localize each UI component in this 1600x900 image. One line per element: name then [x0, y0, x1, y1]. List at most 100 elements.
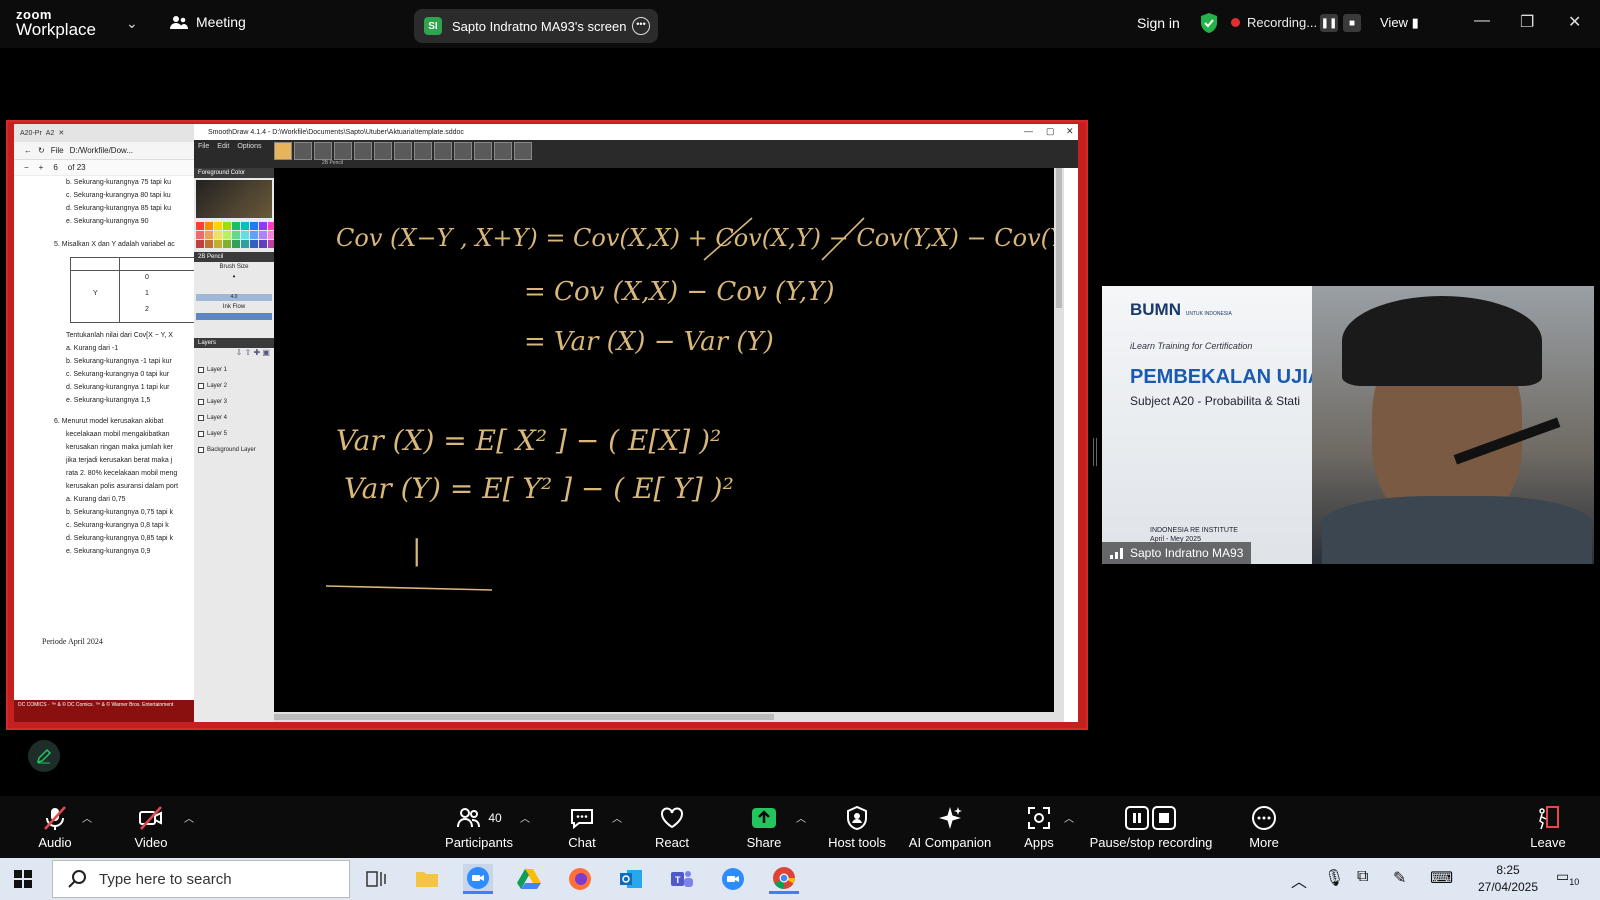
minimize-icon[interactable]: —: [1474, 12, 1490, 30]
teams-icon[interactable]: T: [667, 864, 697, 894]
brush-tool-icon[interactable]: [354, 142, 372, 160]
zoom-alt-taskbar-icon[interactable]: [718, 864, 748, 894]
video-options-caret-icon[interactable]: ︿: [184, 810, 194, 825]
task-view-icon[interactable]: [361, 864, 391, 894]
restore-icon[interactable]: ❐: [1520, 12, 1534, 32]
host-tools-button[interactable]: Host tools: [812, 796, 902, 858]
layer-item[interactable]: Layer 1: [194, 362, 274, 378]
screen-share-pill[interactable]: SI Sapto Indratno MA93's screen •••: [414, 9, 658, 43]
tray-pen-icon[interactable]: ✎: [1393, 868, 1406, 888]
water-tool-icon[interactable]: [474, 142, 492, 160]
marker-tool-icon[interactable]: [334, 142, 352, 160]
layer-item[interactable]: Layer 5: [194, 426, 274, 442]
pdf-viewer[interactable]: A20-Pr A2 ✕ ← ↻ File D:/Workfile/Dow... …: [14, 124, 194, 722]
resize-handle[interactable]: [1093, 438, 1097, 466]
close-icon[interactable]: ✕: [1066, 126, 1074, 137]
smoothdraw-window[interactable]: SmoothDraw 4.1.4 - D:\Workfile\Documents…: [194, 124, 1078, 722]
more-button[interactable]: More: [1219, 796, 1309, 858]
shared-screen[interactable]: A20-Pr A2 ✕ ← ↻ File D:/Workfile/Dow... …: [6, 120, 1088, 730]
zoom-in-icon[interactable]: +: [39, 163, 44, 172]
chevron-down-icon[interactable]: ⌄: [126, 15, 138, 32]
back-icon[interactable]: ←: [24, 146, 32, 155]
layer-item[interactable]: Background Layer: [194, 442, 274, 458]
grass-tool-icon[interactable]: [494, 142, 512, 160]
tray-display-icon[interactable]: ⧉: [1357, 868, 1368, 886]
apps-button[interactable]: Apps: [994, 796, 1084, 858]
zoom-taskbar-icon[interactable]: [463, 864, 493, 894]
share-caret-icon[interactable]: ︿: [796, 810, 806, 825]
pencil-tool-icon[interactable]: [294, 142, 312, 160]
google-drive-icon[interactable]: [514, 864, 544, 894]
page-number-input[interactable]: 6: [53, 163, 57, 172]
menu-item[interactable]: Edit: [213, 140, 233, 153]
brush-size-slider[interactable]: 4.0: [196, 294, 272, 301]
menu-item[interactable]: Options: [233, 140, 265, 153]
color-palette[interactable]: [196, 222, 276, 248]
chat-button[interactable]: Chat: [537, 796, 627, 858]
windows-start-icon[interactable]: [14, 870, 32, 888]
share-button[interactable]: Share: [719, 796, 809, 858]
pause-stop-recording-button[interactable]: Pause/stop recording: [1086, 796, 1216, 858]
audio-options-caret-icon[interactable]: ︿: [82, 810, 92, 825]
checkbox-icon[interactable]: [198, 367, 204, 373]
vertical-scrollbar[interactable]: [1054, 168, 1064, 712]
checkbox-icon[interactable]: [198, 399, 204, 405]
airbrush-tool-icon[interactable]: [374, 142, 392, 160]
ai-companion-button[interactable]: AI Companion: [900, 796, 1000, 858]
star-tool-icon[interactable]: [514, 142, 532, 160]
participants-caret-icon[interactable]: ︿: [520, 810, 530, 825]
stop-recording-icon[interactable]: ■: [1343, 14, 1361, 32]
color-picker[interactable]: [196, 180, 272, 218]
more-options-icon[interactable]: •••: [632, 17, 650, 35]
chat-caret-icon[interactable]: ︿: [612, 810, 622, 825]
horizontal-scrollbar[interactable]: [274, 712, 1064, 722]
apps-caret-icon[interactable]: ︿: [1064, 810, 1074, 825]
drawing-canvas[interactable]: Cov (X−Y , X+Y) = Cov(X,X) + Cov(X,Y) − …: [274, 168, 1064, 712]
checkbox-icon[interactable]: [198, 447, 204, 453]
taskbar-clock[interactable]: 8:25 27/04/2025: [1468, 862, 1548, 896]
layer-item[interactable]: Layer 2: [194, 378, 274, 394]
file-explorer-icon[interactable]: [412, 864, 442, 894]
outlook-icon[interactable]: [616, 864, 646, 894]
pause-recording-icon[interactable]: ❚❚: [1320, 14, 1338, 32]
checkbox-icon[interactable]: [198, 431, 204, 437]
view-menu-button[interactable]: View ▮: [1380, 15, 1419, 31]
blur-tool-icon[interactable]: [454, 142, 472, 160]
video-button[interactable]: Video: [106, 796, 196, 858]
layer-item[interactable]: Layer 4: [194, 410, 274, 426]
leave-button[interactable]: Leave: [1503, 796, 1593, 858]
browser-tab[interactable]: A2: [46, 130, 55, 137]
audio-button[interactable]: Audio: [10, 796, 100, 858]
browser-tab[interactable]: A20-Pr: [20, 130, 42, 137]
pen-tool-icon[interactable]: [314, 142, 332, 160]
layer-item[interactable]: Layer 3: [194, 394, 274, 410]
notification-center-icon[interactable]: ▭10: [1556, 868, 1579, 887]
taskbar-search-box[interactable]: Type here to search: [52, 860, 350, 898]
chrome-icon[interactable]: [769, 864, 799, 894]
annotate-pen-button[interactable]: [28, 740, 60, 772]
reload-icon[interactable]: ↻: [38, 146, 45, 155]
tab-close-icon[interactable]: ✕: [58, 129, 64, 137]
menu-item[interactable]: File: [194, 140, 213, 153]
address-bar[interactable]: ← ↻ File D:/Workfile/Dow...: [14, 142, 194, 160]
checkbox-icon[interactable]: [198, 415, 204, 421]
close-icon[interactable]: ✕: [1568, 12, 1581, 32]
recording-status[interactable]: Recording...: [1247, 15, 1317, 30]
zoom-out-icon[interactable]: −: [24, 163, 29, 172]
meeting-info-button[interactable]: Meeting: [170, 14, 246, 30]
tray-keyboard-icon[interactable]: ⌨: [1430, 868, 1453, 888]
smudge-tool-icon[interactable]: [434, 142, 452, 160]
ink-flow-slider[interactable]: [196, 313, 272, 320]
tray-overflow-icon[interactable]: ︿: [1291, 868, 1307, 892]
sign-in-link[interactable]: Sign in: [1137, 15, 1180, 31]
layer-tools[interactable]: ⇩ ⇧ ✚ ▣: [194, 348, 274, 362]
tray-mic-icon[interactable]: 🎙: [1324, 868, 1344, 888]
firefox-icon[interactable]: [565, 864, 595, 894]
maximize-icon[interactable]: ▢: [1046, 126, 1055, 137]
participant-video-tile[interactable]: BUMN UNTUK INDONESIA iLearn Training for…: [1102, 286, 1594, 564]
react-button[interactable]: React: [627, 796, 717, 858]
participants-button[interactable]: 40 Participants: [423, 796, 535, 858]
fill-tool-icon[interactable]: [414, 142, 432, 160]
minimize-icon[interactable]: —: [1024, 126, 1033, 136]
eraser-tool-icon[interactable]: [394, 142, 412, 160]
